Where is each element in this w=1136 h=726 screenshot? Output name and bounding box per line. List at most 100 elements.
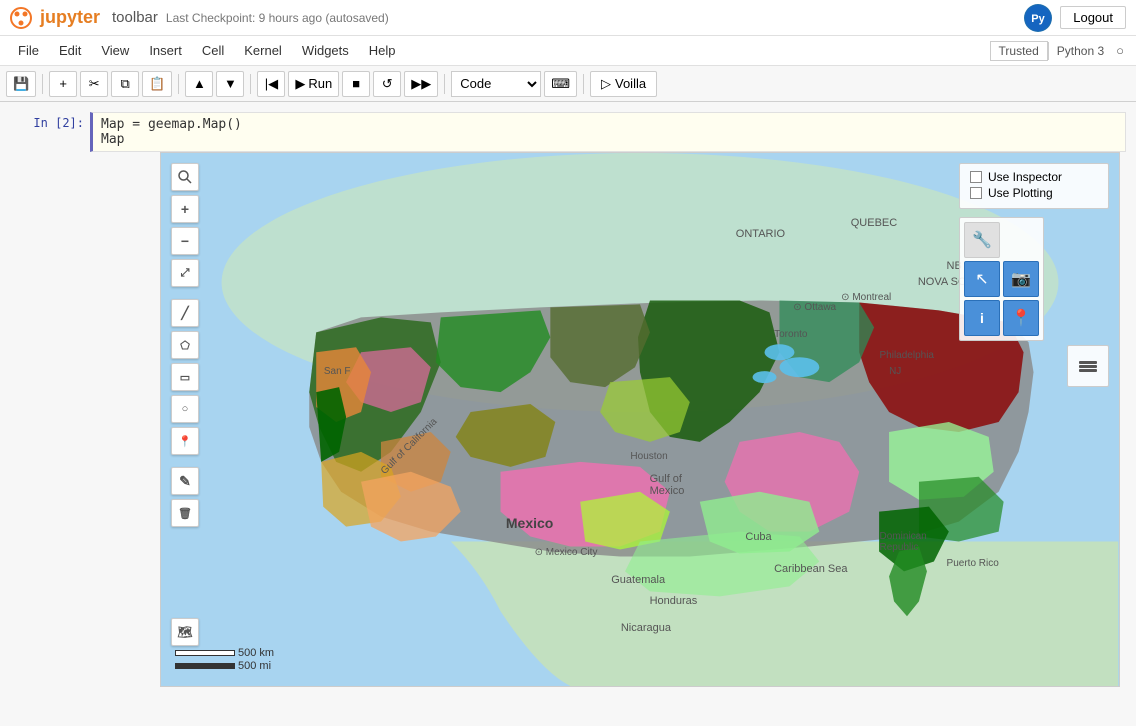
cell-code-area[interactable]: Map = geemap.Map() Map xyxy=(90,112,1126,152)
draw-marker-button[interactable]: 📍 xyxy=(171,427,199,455)
toolbar-sep-2 xyxy=(178,74,179,94)
code-line-2: Map xyxy=(101,132,1117,147)
jupyter-logo xyxy=(10,7,32,29)
logout-button[interactable]: Logout xyxy=(1060,6,1126,29)
run-button[interactable]: ▶ Run xyxy=(288,71,339,97)
python-icon: Py xyxy=(1024,4,1052,32)
fullscreen-button[interactable]: ⤢ xyxy=(171,259,199,287)
voila-label: Voilla xyxy=(615,76,646,91)
cell-prompt: In [2]: xyxy=(33,116,84,130)
keyboard-button[interactable]: ⌨ xyxy=(544,71,577,97)
scale-km-label: 500 km xyxy=(238,647,274,659)
use-plotting-label: Use Plotting xyxy=(988,186,1053,200)
menu-widgets[interactable]: Widgets xyxy=(292,39,359,62)
menu-insert[interactable]: Insert xyxy=(139,39,192,62)
empty-tool xyxy=(1003,222,1039,258)
toolbar: 💾 + ✂ ⧉ 📋 ▲ ▼ |◀ ▶ Run ■ ↺ ▶▶ Code Markd… xyxy=(0,66,1136,102)
use-plotting-row: Use Plotting xyxy=(970,186,1098,200)
run-icon: ▶ xyxy=(295,76,305,92)
layers-icon xyxy=(1077,355,1099,377)
toolbar-sep-5 xyxy=(583,74,584,94)
draw-rect-button[interactable]: ▭ xyxy=(171,363,199,391)
zoom-out-button[interactable]: − xyxy=(171,227,199,255)
menu-view[interactable]: View xyxy=(91,39,139,62)
inspector-panel: Use Inspector Use Plotting xyxy=(959,163,1109,209)
edit-button[interactable]: ✎ xyxy=(171,467,199,495)
menu-help[interactable]: Help xyxy=(359,39,406,62)
draw-circle-button[interactable]: ○ xyxy=(171,395,199,423)
cursor-tool-button[interactable]: ↖ xyxy=(964,261,1000,297)
scale-km-seg xyxy=(175,650,235,656)
menubar: File Edit View Insert Cell Kernel Widget… xyxy=(0,36,1136,66)
svg-text:Py: Py xyxy=(1032,13,1046,25)
jupyter-icon xyxy=(10,7,32,29)
scale-mi-seg xyxy=(175,663,235,669)
scale-bar: 500 km 500 mi xyxy=(175,647,274,672)
use-inspector-label: Use Inspector xyxy=(988,170,1062,184)
trusted-badge: Trusted xyxy=(990,41,1048,61)
checkpoint-info: Last Checkpoint: 9 hours ago (autosaved) xyxy=(166,11,389,25)
menu-file[interactable]: File xyxy=(8,39,49,62)
draw-polygon-button[interactable]: ⬠ xyxy=(171,331,199,359)
move-up-button[interactable]: ▲ xyxy=(185,71,213,97)
layers-button[interactable] xyxy=(1067,345,1109,387)
use-plotting-checkbox[interactable] xyxy=(970,187,982,199)
topbar-left: jupyter toolbar Last Checkpoint: 9 hours… xyxy=(10,7,389,29)
voila-icon: ▷ xyxy=(601,76,611,92)
toolbar-sep-1 xyxy=(42,74,43,94)
map-type-button[interactable]: 🗺 xyxy=(171,618,199,646)
tool-panels: 🔧 ↖ 📷 i 📍 xyxy=(959,217,1109,341)
interrupt-button[interactable]: ■ xyxy=(342,71,370,97)
scale-line: 500 km 500 mi xyxy=(175,647,274,672)
location-tool-button[interactable]: 📍 xyxy=(1003,300,1039,336)
draw-line-button[interactable]: ╱ xyxy=(171,299,199,327)
run-prev-button[interactable]: |◀ xyxy=(257,71,285,97)
map-output: ONTARIO QUEBEC NB PE NOVA SCOTIA ⊙ Ottaw… xyxy=(80,152,1126,687)
run-label: Run xyxy=(308,76,332,91)
tools-panel: 🔧 ↖ 📷 i 📍 xyxy=(959,217,1044,341)
paste-button[interactable]: 📋 xyxy=(142,71,172,97)
topbar-right: Py Logout xyxy=(1024,4,1126,32)
toolbar-sep-3 xyxy=(250,74,251,94)
delete-button[interactable]: 🗑 xyxy=(171,499,199,527)
use-inspector-checkbox[interactable] xyxy=(970,171,982,183)
python-logo: Py xyxy=(1024,4,1052,32)
code-cell: In [2]: Map = geemap.Map() Map xyxy=(10,112,1126,152)
search-icon xyxy=(177,169,193,185)
restart-run-button[interactable]: ▶▶ xyxy=(404,71,438,97)
map-container[interactable]: ONTARIO QUEBEC NB PE NOVA SCOTIA ⊙ Ottaw… xyxy=(160,152,1120,687)
copy-button[interactable]: ⧉ xyxy=(111,71,139,97)
cut-button[interactable]: ✂ xyxy=(80,71,108,97)
scale-km-row: 500 km xyxy=(175,647,274,659)
move-down-button[interactable]: ▼ xyxy=(216,71,244,97)
kernel-refresh: ○ xyxy=(1112,41,1128,60)
map-icon-bottom: 🗺 xyxy=(171,618,199,646)
kernel-info: Python 3 xyxy=(1048,42,1112,60)
scale-mi-label: 500 mi xyxy=(238,660,271,672)
toolbar-sep-4 xyxy=(444,74,445,94)
app-title: jupyter xyxy=(40,7,100,28)
use-inspector-row: Use Inspector xyxy=(970,170,1098,184)
menu-cell[interactable]: Cell xyxy=(192,39,234,62)
map-controls-left: + − ⤢ ╱ ⬠ ▭ ○ 📍 ✎ 🗑 xyxy=(171,163,199,527)
wrench-tool-button[interactable]: 🔧 xyxy=(964,222,1000,258)
toolbar-label: toolbar xyxy=(112,9,158,26)
voila-button[interactable]: ▷ Voilla xyxy=(590,71,657,97)
cell-type-select[interactable]: Code Markdown Raw xyxy=(451,71,541,97)
zoom-in-button[interactable]: + xyxy=(171,195,199,223)
scale-mi-row: 500 mi xyxy=(175,660,274,672)
notebook: In [2]: Map = geemap.Map() Map xyxy=(0,102,1136,726)
camera-tool-button[interactable]: 📷 xyxy=(1003,261,1039,297)
cell-prompt-area: In [2]: xyxy=(10,112,90,152)
map-controls-topright: Use Inspector Use Plotting 🔧 ↖ 📷 i 📍 xyxy=(959,163,1109,387)
info-tool-button[interactable]: i xyxy=(964,300,1000,336)
save-button[interactable]: 💾 xyxy=(6,71,36,97)
add-cell-button[interactable]: + xyxy=(49,71,77,97)
map-search-button[interactable] xyxy=(171,163,199,191)
restart-button[interactable]: ↺ xyxy=(373,71,401,97)
draw-controls: ╱ ⬠ ▭ ○ 📍 xyxy=(171,299,199,455)
menu-kernel[interactable]: Kernel xyxy=(234,39,292,62)
topbar: jupyter toolbar Last Checkpoint: 9 hours… xyxy=(0,0,1136,36)
menu-edit[interactable]: Edit xyxy=(49,39,91,62)
code-line-1: Map = geemap.Map() xyxy=(101,117,1117,132)
